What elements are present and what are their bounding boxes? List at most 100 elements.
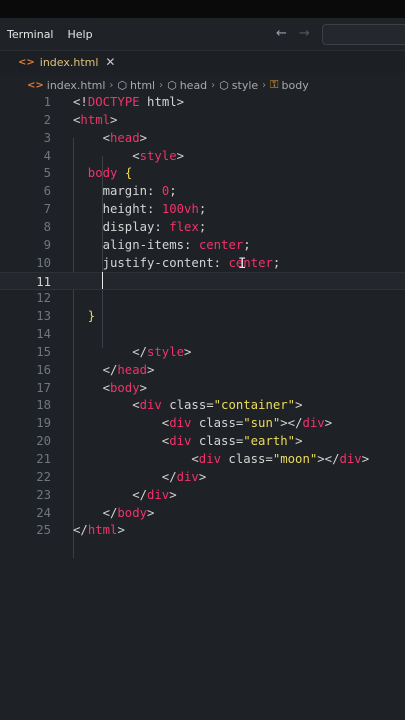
code-line[interactable]: 8 display: flex; [0,218,405,236]
code-token: </ [73,523,88,538]
code-token: display: [102,219,170,234]
element-icon: ⬡ [219,78,229,92]
code-token: > [110,112,118,127]
line-number: 6 [43,184,51,199]
code-text: height: 100vh; [103,200,207,218]
code-line[interactable]: 24 </body> [0,504,405,522]
code-token: < [102,380,110,395]
code-token: margin: [102,184,162,199]
menu-terminal[interactable]: Terminal [0,28,61,41]
code-token: class= [191,434,244,449]
code-token: div [147,487,170,502]
code-text: align-items: center; [103,236,251,254]
line-number: 5 [43,166,51,181]
code-line[interactable]: 25 </html> [0,521,405,539]
code-token: <! [73,95,88,109]
code-text: justify-content: center; [103,254,281,272]
back-arrow-icon[interactable]: ← [276,26,287,41]
breadcrumb-file[interactable]: <> index.html [27,79,105,92]
html-file-icon: <> [18,56,35,68]
code-token: center [228,255,273,270]
code-line[interactable]: 22 </div> [0,468,405,486]
tab-index-html[interactable]: <> index.html ✕ [18,51,115,73]
code-line[interactable]: 1 <!DOCTYPE html> [0,93,405,111]
code-line[interactable]: 4 <style> [0,147,405,165]
code-line[interactable]: 10 justify-content: center; [0,254,405,272]
code-token: < [191,452,199,466]
menu-bar: Terminal Help ← → [0,18,405,51]
code-line[interactable]: 12 [0,289,405,307]
code-text: <div class="container"> [132,396,302,414]
code-line[interactable]: 5 body { [0,164,405,182]
code-token: DOCTYPE [87,95,140,109]
code-token: > [184,344,192,359]
breadcrumb-html[interactable]: ⬡ html [117,79,155,92]
code-token: ; [243,237,251,252]
code-line[interactable]: 9 align-items: center; [0,236,405,254]
code-token: align-items: [102,237,199,252]
code-token: </ [132,487,147,502]
code-token: > [139,130,148,145]
code-token: class= [191,416,244,431]
code-line[interactable]: 19 <div class="sun"></div> [0,414,405,432]
line-number: 18 [36,398,51,413]
code-text: <!DOCTYPE html> [73,93,184,111]
code-editor[interactable]: 1 <!DOCTYPE html> 2 <html> 3 <head> 4 <style> 5 b… [0,93,405,563]
code-token: body [110,380,140,395]
line-number: 13 [36,309,51,324]
code-line[interactable]: 14 [0,325,405,343]
code-token: ; [169,184,177,199]
code-line[interactable]: 7 height: 100vh; [0,200,405,218]
code-line[interactable]: 20 <div class="earth"> [0,432,405,450]
line-number: 16 [36,362,51,377]
ibeam-cursor-icon: I [238,256,247,272]
line-number: 14 [36,327,51,342]
breadcrumb-head[interactable]: ⬡ head [167,79,207,92]
code-token: class= [161,398,214,413]
breadcrumb-body[interactable]: ⚿ body [270,78,309,92]
code-line[interactable]: 17 <body> [0,379,405,397]
breadcrumb-label: head [179,78,208,92]
code-token: class= [221,452,273,466]
code-token: "sun" [243,416,281,431]
code-line[interactable]: 13} [0,307,405,325]
breadcrumb-label: index.html [46,78,106,92]
code-line[interactable]: 18 <div class="container"> [0,396,405,414]
menu-help[interactable]: Help [61,28,100,41]
code-line[interactable]: 23 </div> [0,486,405,504]
line-number: 1 [43,95,51,109]
code-token: > [198,469,207,484]
html-file-icon: <> [27,79,44,91]
code-text: <html> [73,111,117,129]
code-text: </html> [73,521,125,539]
code-token: flex [169,219,199,234]
code-line[interactable]: 6 margin: 0; [0,182,405,200]
line-number: 12 [36,291,51,306]
line-number: 9 [43,237,51,252]
line-number: 21 [36,452,51,466]
breadcrumb-style[interactable]: ⬡ style [219,79,258,92]
close-tab-icon[interactable]: ✕ [105,55,115,69]
code-line[interactable]: 11 [0,271,405,290]
code-token: body [87,166,118,181]
code-line[interactable]: 21 <div class="moon"></div> [0,450,405,468]
tab-label: index.html [39,55,99,69]
code-line[interactable]: 2 <html> [0,111,405,129]
command-center-search[interactable] [322,24,405,45]
code-text: <div class="sun"></div> [162,414,332,432]
code-text: margin: 0; [103,182,177,200]
code-token: < [132,398,140,413]
code-line[interactable]: 15 </style> [0,343,405,361]
forward-arrow-icon[interactable]: → [299,26,310,41]
chevron-right-icon: › [211,79,216,91]
line-number: 19 [36,416,51,431]
code-line[interactable]: 16 </head> [0,361,405,379]
line-number: 22 [36,469,51,484]
code-line[interactable]: 3 <head> [0,129,405,147]
code-token: div [339,452,362,466]
code-token: body [117,505,148,520]
code-token: div [198,452,222,466]
code-text: </div> [162,468,206,486]
code-token: > [295,434,303,449]
line-number: 4 [43,148,51,163]
